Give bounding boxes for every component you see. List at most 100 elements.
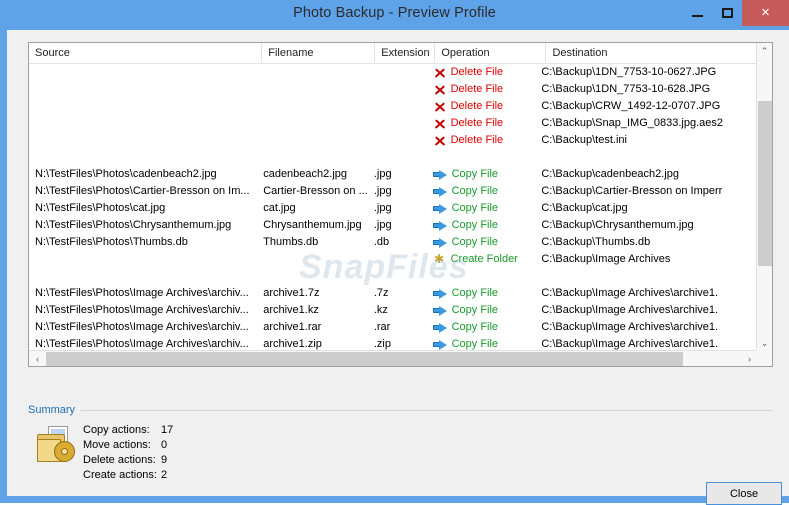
- scroll-left-icon[interactable]: ‹: [29, 351, 46, 366]
- folder-disc-icon: [37, 426, 75, 466]
- table-row[interactable]: N:\TestFiles\Photos\Image Archives\archi…: [29, 319, 758, 336]
- cell-destination: C:\Backup\Image Archives\archive1.: [541, 321, 719, 333]
- table-row[interactable]: ✱ Create Folder C:\Backup\Image Archives: [29, 251, 758, 268]
- column-header-source[interactable]: Source: [29, 43, 263, 63]
- cell-source: N:\TestFiles\Photos\Cartier-Bresson on I…: [35, 185, 250, 197]
- table-row[interactable]: [29, 149, 758, 166]
- table-row[interactable]: [29, 268, 758, 285]
- cell-operation: Copy File: [427, 302, 536, 319]
- summary-stat-value: 9: [161, 454, 168, 466]
- table-row[interactable]: Delete File C:\Backup\CRW_1492-12-0707.JP…: [29, 98, 758, 115]
- table-row[interactable]: N:\TestFiles\Photos\Image Archives\archi…: [29, 302, 758, 319]
- cell-destination: C:\Backup\Image Archives\archive1.: [541, 304, 719, 316]
- listview-vertical-scrollbar[interactable]: ⌃ ⌄: [756, 43, 772, 352]
- summary-stat-label: Copy actions:: [83, 424, 150, 436]
- cell-filename: Cartier-Bresson on ...: [263, 185, 368, 197]
- vertical-scroll-thumb[interactable]: [758, 101, 772, 266]
- blue-arrow-icon: [432, 304, 447, 317]
- table-row[interactable]: N:\TestFiles\Photos\cadenbeach2.jpg caden…: [29, 166, 758, 183]
- operation-label: Copy File: [451, 287, 499, 299]
- table-row[interactable]: Delete File C:\Backup\1DN_7753-10-628.JPG: [29, 81, 758, 98]
- cell-source: N:\TestFiles\Photos\cadenbeach2.jpg: [35, 168, 217, 180]
- summary-stat-value: 0: [161, 439, 168, 451]
- cell-operation: Delete File: [427, 132, 536, 149]
- cell-operation: Copy File: [427, 217, 536, 234]
- summary-group: Summary Copy actions: 17 Move actions: 0 Del…: [28, 404, 773, 482]
- table-row[interactable]: N:\TestFiles\Photos\cat.jpg cat.jpg .jpg Co…: [29, 200, 758, 217]
- cell-destination: C:\Backup\Snap_IMG_0833.jpg.aes2: [541, 117, 723, 129]
- operation-label: Delete File: [450, 117, 504, 129]
- scroll-up-icon[interactable]: ⌃: [757, 43, 772, 60]
- close-window-button[interactable]: ×: [742, 0, 789, 26]
- summary-stat-value: 2: [161, 469, 168, 481]
- operation-label: Copy File: [451, 321, 499, 333]
- summary-legend: Summary: [28, 404, 773, 416]
- preview-listview[interactable]: Source Filename Extension Operation Dest…: [28, 42, 773, 367]
- table-row[interactable]: N:\TestFiles\Photos\Cartier-Bresson on I…: [29, 183, 758, 200]
- column-header-destination[interactable]: Destination: [546, 43, 772, 63]
- operation-label: Copy File: [451, 236, 499, 248]
- listview-horizontal-scrollbar[interactable]: ‹ ›: [29, 350, 758, 366]
- minimize-icon: [691, 15, 703, 17]
- window-titlebar: Photo Backup - Preview Profile ×: [0, 0, 789, 30]
- cell-destination: C:\Backup\1DN_7753-10-0627.JPG: [541, 66, 717, 78]
- column-header-operation[interactable]: Operation: [435, 43, 547, 63]
- cell-operation: Delete File: [427, 64, 536, 81]
- operation-label: Delete File: [450, 83, 504, 95]
- cell-filename: Thumbs.db: [263, 236, 319, 248]
- cell-extension: .kz: [373, 304, 388, 316]
- cell-extension: .jpg: [373, 219, 392, 231]
- summary-body: Copy actions: 17 Move actions: 0 Delete acti…: [28, 420, 173, 483]
- blue-arrow-icon: [432, 168, 447, 181]
- table-row[interactable]: N:\TestFiles\Photos\Chrysanthemum.jpg Chr…: [29, 217, 758, 234]
- cell-filename: cat.jpg: [263, 202, 296, 214]
- column-header-extension[interactable]: Extension: [375, 43, 436, 63]
- blue-arrow-icon: [432, 321, 447, 334]
- cell-filename: archive1.rar: [263, 321, 322, 333]
- maximize-button[interactable]: [712, 0, 742, 26]
- summary-title: Summary: [28, 404, 76, 416]
- cell-operation: Copy File: [427, 234, 536, 251]
- table-row[interactable]: Delete File C:\Backup\test.ini: [29, 132, 758, 149]
- cell-extension: .7z: [373, 287, 389, 299]
- cell-operation: Copy File: [427, 183, 536, 200]
- table-row[interactable]: Delete File C:\Backup\1DN_7753-10-0627.JP…: [29, 64, 758, 81]
- table-row[interactable]: N:\TestFiles\Photos\Image Archives\archi…: [29, 285, 758, 302]
- operation-label: Copy File: [451, 185, 499, 197]
- cell-filename: archive1.kz: [263, 304, 319, 316]
- summary-stat-row: Delete actions: 9: [83, 453, 173, 468]
- blue-arrow-icon: [432, 202, 447, 215]
- cell-source: N:\TestFiles\Photos\Image Archives\archi…: [35, 304, 249, 316]
- close-button[interactable]: Close: [706, 482, 782, 505]
- listview-header: Source Filename Extension Operation Dest…: [29, 43, 772, 64]
- summary-stat-label: Move actions:: [83, 439, 151, 451]
- red-x-icon: [433, 100, 446, 113]
- horizontal-scroll-thumb[interactable]: [46, 352, 683, 366]
- cell-filename: Chrysanthemum.jpg: [263, 219, 362, 231]
- red-x-icon: [433, 66, 446, 79]
- close-icon: ×: [761, 4, 770, 21]
- blue-arrow-icon: [432, 185, 447, 198]
- minimize-button[interactable]: [682, 0, 712, 26]
- cell-destination: C:\Backup\test.ini: [541, 134, 627, 146]
- operation-label: Create Folder: [450, 253, 518, 265]
- cell-destination: C:\Backup\cadenbeach2.jpg: [541, 168, 679, 180]
- column-header-filename[interactable]: Filename: [262, 43, 376, 63]
- cell-extension: .jpg: [373, 168, 392, 180]
- cell-operation: Delete File: [427, 81, 536, 98]
- red-x-icon: [433, 83, 446, 96]
- cell-source: N:\TestFiles\Photos\Image Archives\archi…: [35, 287, 249, 299]
- cell-source: N:\TestFiles\Photos\Thumbs.db: [35, 236, 188, 248]
- scrollbar-corner: [756, 350, 772, 366]
- dialog-window: Source Filename Extension Operation Dest…: [0, 0, 789, 505]
- cell-source: N:\TestFiles\Photos\cat.jpg: [35, 202, 166, 214]
- operation-label: Copy File: [451, 219, 499, 231]
- operation-label: Delete File: [450, 66, 504, 78]
- cell-extension: .jpg: [373, 202, 392, 214]
- cell-destination: C:\Backup\Thumbs.db: [541, 236, 651, 248]
- table-row[interactable]: Delete File C:\Backup\Snap_IMG_0833.jpg.a…: [29, 115, 758, 132]
- blue-arrow-icon: [432, 236, 447, 249]
- table-row[interactable]: N:\TestFiles\Photos\Thumbs.db Thumbs.db .d…: [29, 234, 758, 251]
- maximize-icon: [721, 8, 733, 18]
- summary-stat-label: Delete actions:: [83, 454, 156, 466]
